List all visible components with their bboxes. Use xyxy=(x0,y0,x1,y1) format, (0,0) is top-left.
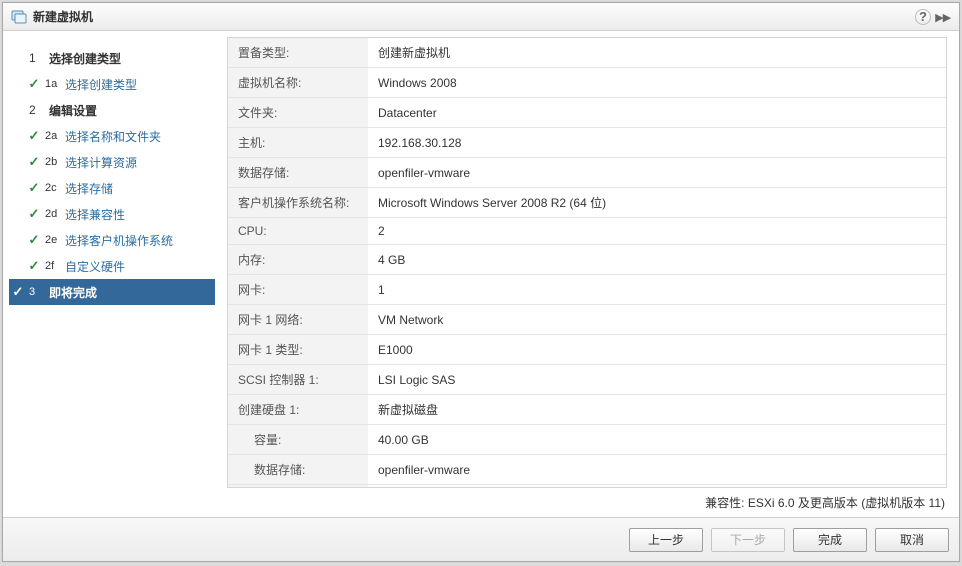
table-row: 网卡 1 类型:E1000 xyxy=(228,335,946,365)
wizard-steps: 1选择创建类型 ✓1a选择创建类型 2编辑设置 ✓2a选择名称和文件夹 ✓2b选… xyxy=(3,31,223,488)
summary-value: 40.00 GB xyxy=(368,425,946,455)
finish-button[interactable]: 完成 xyxy=(793,528,867,552)
summary-value: SCSI (0:0) xyxy=(368,485,946,489)
summary-value: 新虚拟磁盘 xyxy=(368,395,946,425)
step-compute-resource[interactable]: ✓2b选择计算资源 xyxy=(11,149,217,175)
back-button[interactable]: 上一步 xyxy=(629,528,703,552)
summary-value: Microsoft Windows Server 2008 R2 (64 位) xyxy=(368,188,946,218)
new-vm-wizard: 新建虚拟机 ? ▸▸ 1选择创建类型 ✓1a选择创建类型 2编辑设置 ✓2a选择… xyxy=(2,2,960,562)
table-row: 文件夹:Datacenter xyxy=(228,98,946,128)
summary-key: 数据存储: xyxy=(228,158,368,188)
summary-value: VM Network xyxy=(368,305,946,335)
table-row: 网卡:1 xyxy=(228,275,946,305)
step-create-type: 1选择创建类型 xyxy=(11,45,217,71)
table-row: 数据存储:openfiler-vmware xyxy=(228,455,946,485)
summary-table: 置备类型:创建新虚拟机虚拟机名称:Windows 2008文件夹:Datacen… xyxy=(228,38,946,488)
titlebar: 新建虚拟机 ? ▸▸ xyxy=(3,3,959,31)
summary-key: 数据存储: xyxy=(228,455,368,485)
summary-value: 创建新虚拟机 xyxy=(368,38,946,68)
summary-key: 创建硬盘 1: xyxy=(228,395,368,425)
summary-value: 1 xyxy=(368,275,946,305)
summary-key: 客户机操作系统名称: xyxy=(228,188,368,218)
step-custom-hw[interactable]: ✓2f自定义硬件 xyxy=(11,253,217,279)
step-name-folder[interactable]: ✓2a选择名称和文件夹 xyxy=(11,123,217,149)
summary-value: E1000 xyxy=(368,335,946,365)
compat-line: 兼容性: ESXi 6.0 及更高版本 (虚拟机版本 11) xyxy=(3,488,959,517)
step-create-type-sub[interactable]: ✓1a选择创建类型 xyxy=(11,71,217,97)
summary-value: Datacenter xyxy=(368,98,946,128)
table-row: SCSI 控制器 1:LSI Logic SAS xyxy=(228,365,946,395)
step-compatibility[interactable]: ✓2d选择兼容性 xyxy=(11,201,217,227)
table-row: 内存:4 GB xyxy=(228,245,946,275)
table-row: 客户机操作系统名称:Microsoft Windows Server 2008 … xyxy=(228,188,946,218)
summary-key: 文件夹: xyxy=(228,98,368,128)
summary-value: openfiler-vmware xyxy=(368,158,946,188)
next-button: 下一步 xyxy=(711,528,785,552)
summary-value: 2 xyxy=(368,218,946,245)
summary-scroll[interactable]: 置备类型:创建新虚拟机虚拟机名称:Windows 2008文件夹:Datacen… xyxy=(227,37,947,488)
step-edit-settings: 2编辑设置 xyxy=(11,97,217,123)
summary-key: 主机: xyxy=(228,128,368,158)
summary-key: 虚拟设备节点: xyxy=(228,485,368,489)
table-row: CPU:2 xyxy=(228,218,946,245)
summary-key: 网卡 1 网络: xyxy=(228,305,368,335)
summary-key: 网卡 1 类型: xyxy=(228,335,368,365)
table-row: 置备类型:创建新虚拟机 xyxy=(228,38,946,68)
summary-value: LSI Logic SAS xyxy=(368,365,946,395)
footer: 上一步 下一步 完成 取消 xyxy=(3,517,959,561)
table-row: 容量:40.00 GB xyxy=(228,425,946,455)
vm-icon xyxy=(11,9,27,25)
step-ready[interactable]: ✓3即将完成 xyxy=(9,279,215,305)
summary-key: CPU: xyxy=(228,218,368,245)
help-icon[interactable]: ? xyxy=(915,9,931,25)
summary-value: 4 GB xyxy=(368,245,946,275)
step-guest-os[interactable]: ✓2e选择客户机操作系统 xyxy=(11,227,217,253)
title-text: 新建虚拟机 xyxy=(33,8,93,25)
content-pane: 置备类型:创建新虚拟机虚拟机名称:Windows 2008文件夹:Datacen… xyxy=(223,31,959,488)
summary-key: 内存: xyxy=(228,245,368,275)
table-row: 虚拟机名称:Windows 2008 xyxy=(228,68,946,98)
table-row: 创建硬盘 1:新虚拟磁盘 xyxy=(228,395,946,425)
table-row: 网卡 1 网络:VM Network xyxy=(228,305,946,335)
summary-key: 容量: xyxy=(228,425,368,455)
cancel-button[interactable]: 取消 xyxy=(875,528,949,552)
summary-key: 虚拟机名称: xyxy=(228,68,368,98)
step-storage[interactable]: ✓2c选择存储 xyxy=(11,175,217,201)
summary-key: 网卡: xyxy=(228,275,368,305)
summary-key: SCSI 控制器 1: xyxy=(228,365,368,395)
table-row: 主机:192.168.30.128 xyxy=(228,128,946,158)
table-row: 虚拟设备节点:SCSI (0:0) xyxy=(228,485,946,489)
table-row: 数据存储:openfiler-vmware xyxy=(228,158,946,188)
summary-value: Windows 2008 xyxy=(368,68,946,98)
summary-value: openfiler-vmware xyxy=(368,455,946,485)
summary-value: 192.168.30.128 xyxy=(368,128,946,158)
collapse-icon[interactable]: ▸▸ xyxy=(935,9,951,25)
summary-key: 置备类型: xyxy=(228,38,368,68)
